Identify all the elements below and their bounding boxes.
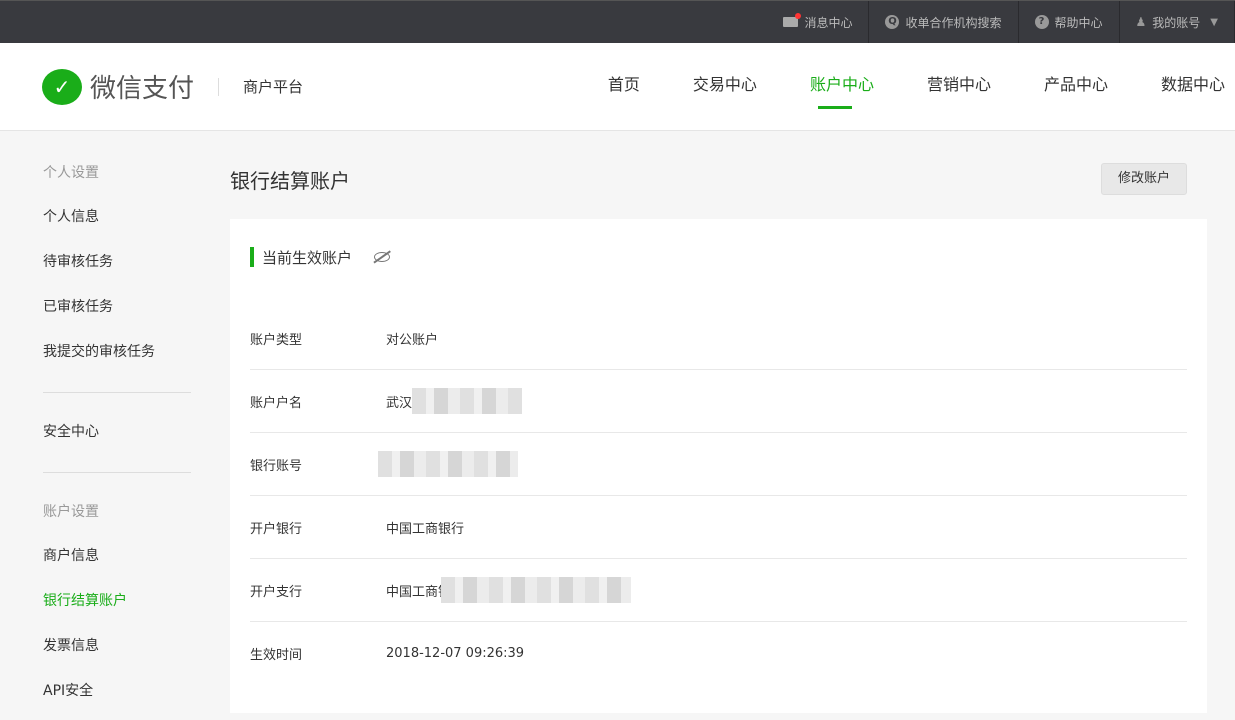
acquirer-search-label: 收单合作机构搜索 [905, 15, 1002, 30]
sidebar-item-pending-tasks[interactable]: 待审核任务 [43, 240, 230, 285]
platform-name: 商户平台 [243, 78, 304, 96]
sidebar-item-bank-account[interactable]: 银行结算账户 [43, 579, 230, 624]
nav-account[interactable]: 账户中心 [780, 43, 894, 131]
mail-icon [783, 13, 802, 27]
nav-data[interactable]: 数据中心 [1131, 43, 1235, 131]
search-icon: Q [885, 15, 900, 29]
field-label: 账户类型 [250, 332, 303, 348]
chevron-down-icon: ▼ [1210, 16, 1218, 28]
nav-marketing[interactable]: 营销中心 [897, 43, 1011, 131]
main-content: 银行结算账户 修改账户 当前生效账户 账户类型 对公账户 账户户名 武汉 银行账号 … [230, 131, 1235, 714]
messages-label: 消息中心 [804, 15, 853, 30]
field-label: 开户银行 [250, 521, 303, 537]
table-row: 银行账号 [250, 433, 1187, 496]
sidebar-item-api-security[interactable]: API安全 [43, 669, 230, 714]
help-label: 帮助中心 [1054, 15, 1103, 30]
sidebar-item-invoice[interactable]: 发票信息 [43, 624, 230, 669]
header: ✓ 微信支付 商户平台 首页 交易中心 账户中心 营销中心 产品中心 数据中心 [0, 43, 1235, 131]
nav-trade[interactable]: 交易中心 [663, 43, 777, 131]
redacted-mosaic [441, 577, 632, 603]
account-label: 我的账号 [1152, 15, 1201, 30]
help-link[interactable]: ? 帮助中心 [1017, 1, 1119, 43]
sidebar-item-security[interactable]: 安全中心 [43, 410, 230, 455]
field-value: 对公账户 [386, 332, 439, 348]
account-menu[interactable]: ♟ 我的账号 ▼ [1118, 1, 1235, 43]
table-row: 账户类型 对公账户 [250, 307, 1187, 370]
logo[interactable]: ✓ 微信支付 [42, 68, 194, 105]
account-card: 当前生效账户 账户类型 对公账户 账户户名 武汉 银行账号 开户银行 中国工商银行 开… [230, 219, 1207, 713]
edit-account-button[interactable]: 修改账户 [1100, 163, 1187, 195]
main-nav: 首页 交易中心 账户中心 营销中心 产品中心 数据中心 [575, 43, 1235, 131]
top-bar: 消息中心 Q 收单合作机构搜索 ? 帮助中心 ♟ 我的账号 ▼ [0, 0, 1235, 43]
logo-text: 微信支付 [90, 74, 195, 104]
table-row: 开户银行 中国工商银行 [250, 496, 1187, 559]
table-row: 账户户名 武汉 [250, 370, 1187, 433]
sidebar: 个人设置 个人信息 待审核任务 已审核任务 我提交的审核任务 安全中心 账户设置… [0, 131, 230, 714]
nav-product[interactable]: 产品中心 [1014, 43, 1128, 131]
section-header: 当前生效账户 [250, 247, 1187, 267]
sidebar-group-account: 账户设置 [43, 504, 99, 520]
sidebar-item-personal-info[interactable]: 个人信息 [43, 195, 230, 240]
field-value: 2018-12-07 09:26:39 [386, 646, 525, 661]
field-label: 开户支行 [250, 584, 303, 600]
field-label: 生效时间 [250, 648, 303, 663]
redacted-mosaic [378, 451, 518, 477]
eye-hidden-icon[interactable] [374, 252, 391, 262]
divider [43, 472, 191, 473]
page-title: 银行结算账户 [230, 168, 350, 193]
sidebar-item-reviewed-tasks[interactable]: 已审核任务 [43, 285, 230, 330]
sidebar-item-submitted-tasks[interactable]: 我提交的审核任务 [43, 330, 230, 375]
messages-link[interactable]: 消息中心 [767, 1, 868, 43]
help-icon: ? [1034, 15, 1049, 29]
field-value: 中国工商银行 [386, 521, 465, 537]
wechat-pay-logo-icon: ✓ [42, 68, 82, 105]
section-title: 当前生效账户 [262, 248, 353, 267]
table-row: 开户支行 中国工商银 [250, 559, 1187, 622]
sidebar-item-merchant-info[interactable]: 商户信息 [43, 534, 230, 579]
field-label: 银行账号 [250, 458, 303, 474]
user-icon: ♟ [1135, 15, 1147, 29]
sidebar-group-personal: 个人设置 [43, 165, 99, 181]
table-row: 生效时间 2018-12-07 09:26:39 [250, 622, 1187, 685]
divider [43, 392, 191, 393]
divider [218, 77, 220, 96]
acquirer-search-link[interactable]: Q 收单合作机构搜索 [868, 1, 1017, 43]
field-label: 账户户名 [250, 395, 303, 411]
field-value: 武汉 [386, 395, 413, 411]
redacted-mosaic [412, 388, 523, 414]
nav-home[interactable]: 首页 [578, 43, 660, 131]
